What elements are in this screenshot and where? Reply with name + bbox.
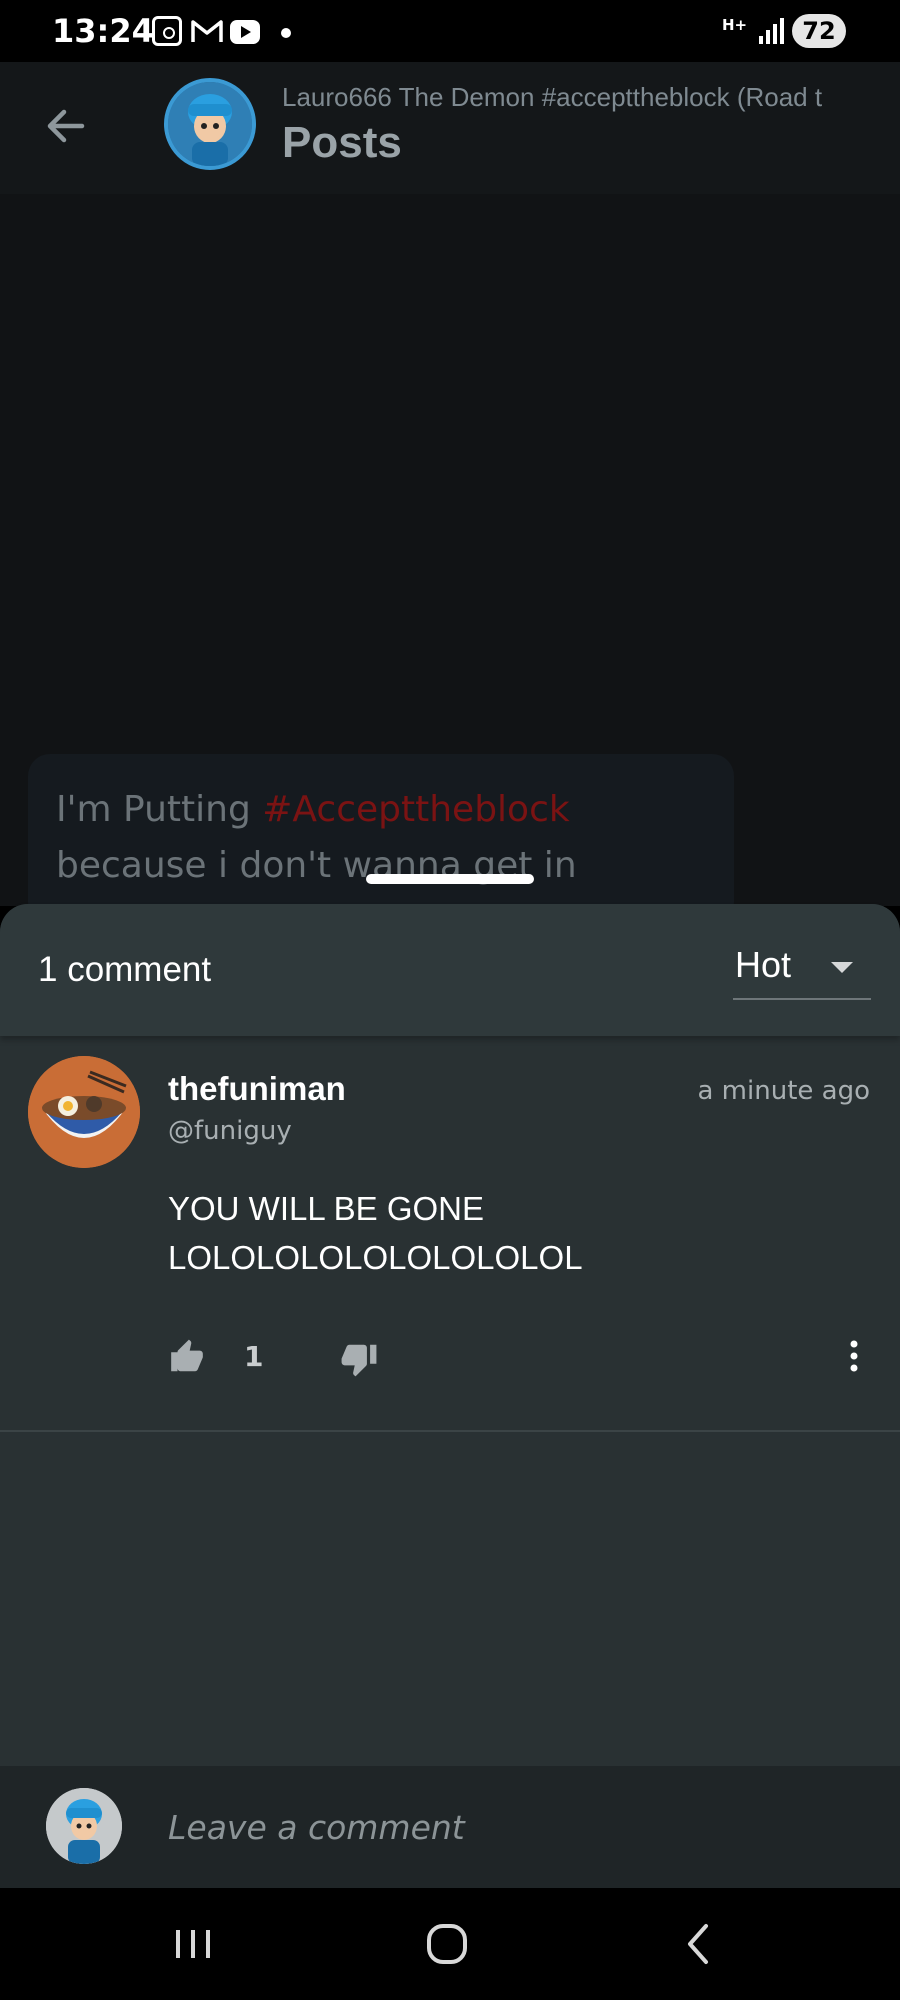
commenter-avatar[interactable] bbox=[28, 1056, 140, 1168]
network-type: H+ bbox=[722, 16, 748, 34]
recent-apps-icon[interactable] bbox=[134, 1888, 254, 2000]
comments-sheet: 1 comment Hot thefuniman @funiguy a minu… bbox=[0, 904, 900, 1766]
comment-item: thefuniman @funiguy a minute ago YOU WIL… bbox=[0, 1036, 900, 1436]
youtube-icon bbox=[230, 20, 260, 44]
sort-select[interactable]: Hot bbox=[733, 934, 871, 1000]
comments-header: 1 comment Hot bbox=[0, 904, 900, 1036]
gmail-icon bbox=[191, 20, 223, 42]
comment-body: YOU WILL BE GONE LOLOLOLOLOLOLOLOLOL bbox=[168, 1184, 848, 1282]
comment-body-line: YOU WILL BE GONE bbox=[168, 1190, 485, 1227]
character-avatar-image bbox=[46, 1788, 122, 1864]
back-arrow-icon[interactable] bbox=[40, 100, 92, 152]
screenshot-icon bbox=[152, 16, 182, 46]
home-icon[interactable] bbox=[387, 1888, 507, 2000]
header-subtitle: Lauro666 The Demon #accepttheblock (Road… bbox=[282, 82, 823, 112]
comment-input-bar bbox=[0, 1766, 900, 1888]
post-text-start: I'm Putting bbox=[56, 789, 263, 830]
more-vertical-icon[interactable] bbox=[844, 1336, 864, 1376]
notification-dot-icon bbox=[281, 28, 291, 38]
chevron-down-icon bbox=[831, 962, 853, 973]
signal-icon bbox=[759, 18, 784, 44]
character-avatar-image bbox=[168, 82, 252, 166]
battery-level: 72 bbox=[792, 14, 846, 48]
comment-body-line: LOLOLOLOLOLOLOLOLOL bbox=[168, 1239, 583, 1276]
sort-value: Hot bbox=[735, 944, 792, 985]
like-count: 1 bbox=[244, 1340, 264, 1373]
post-hashtag[interactable]: #Accepttheblock bbox=[262, 789, 569, 830]
comment-count: 1 comment bbox=[38, 950, 212, 989]
post-bubble[interactable]: I'm Putting #Accepttheblock because i do… bbox=[28, 754, 734, 924]
system-nav-bar bbox=[0, 1888, 900, 2000]
ramen-avatar-image bbox=[28, 1056, 140, 1168]
comment-input[interactable] bbox=[168, 1800, 848, 1854]
nav-back-icon[interactable] bbox=[638, 1888, 758, 2000]
thumb-down-icon[interactable] bbox=[340, 1340, 378, 1378]
status-bar: 13:24 H+ 72 bbox=[0, 0, 900, 62]
community-avatar[interactable] bbox=[164, 78, 256, 170]
commenter-name[interactable]: thefuniman bbox=[168, 1070, 346, 1108]
app-header: Lauro666 The Demon #accepttheblock (Road… bbox=[0, 62, 900, 194]
post-area: I'm Putting #Accepttheblock because i do… bbox=[0, 194, 900, 924]
thumb-up-icon[interactable] bbox=[168, 1338, 206, 1376]
status-time: 13:24 bbox=[52, 12, 154, 50]
comment-divider bbox=[0, 1430, 900, 1432]
sheet-drag-handle[interactable] bbox=[366, 874, 534, 884]
my-avatar bbox=[46, 1788, 122, 1864]
page-title: Posts bbox=[282, 118, 402, 167]
commenter-handle: @funiguy bbox=[168, 1116, 292, 1146]
comment-timestamp: a minute ago bbox=[697, 1076, 870, 1106]
